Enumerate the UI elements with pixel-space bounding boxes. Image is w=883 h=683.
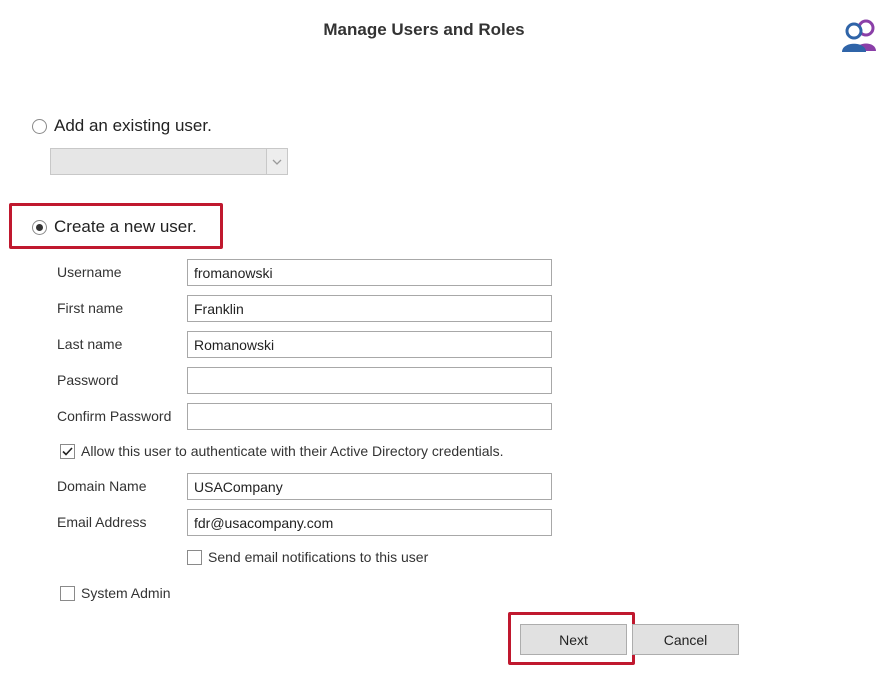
- next-button[interactable]: Next: [520, 624, 627, 655]
- system-admin-checkbox[interactable]: [60, 585, 75, 601]
- confirm-password-label: Confirm Password: [57, 408, 172, 424]
- checkmark-icon: [62, 446, 73, 456]
- users-icon: [842, 19, 876, 52]
- add-existing-user-label: Add an existing user.: [54, 116, 212, 135]
- create-new-user-option[interactable]: Create a new user.: [32, 217, 197, 237]
- system-admin-label: System Admin: [81, 585, 171, 601]
- chevron-down-icon[interactable]: [266, 149, 287, 174]
- domain-name-label: Domain Name: [57, 478, 147, 494]
- ad-auth-label: Allow this user to authenticate with the…: [81, 443, 504, 459]
- last-name-label: Last name: [57, 336, 123, 352]
- last-name-field[interactable]: [187, 331, 552, 358]
- ad-auth-option[interactable]: Allow this user to authenticate with the…: [60, 443, 504, 459]
- password-label: Password: [57, 372, 119, 388]
- first-name-label: First name: [57, 300, 124, 316]
- domain-name-field[interactable]: [187, 473, 552, 500]
- send-email-option[interactable]: Send email notifications to this user: [187, 549, 428, 565]
- email-address-field[interactable]: [187, 509, 552, 536]
- first-name-field[interactable]: [187, 295, 552, 322]
- send-email-checkbox[interactable]: [187, 549, 202, 565]
- create-new-user-radio[interactable]: [32, 219, 47, 235]
- existing-user-dropdown[interactable]: [50, 148, 288, 175]
- create-new-user-label: Create a new user.: [54, 217, 197, 236]
- ad-auth-checkbox[interactable]: [60, 443, 75, 459]
- system-admin-option[interactable]: System Admin: [60, 585, 170, 601]
- password-field[interactable]: [187, 367, 552, 394]
- add-existing-user-option[interactable]: Add an existing user.: [32, 116, 212, 136]
- confirm-password-field[interactable]: [187, 403, 552, 430]
- username-field[interactable]: [187, 259, 552, 286]
- send-email-label: Send email notifications to this user: [208, 549, 429, 565]
- add-existing-user-radio[interactable]: [32, 118, 47, 134]
- email-address-label: Email Address: [57, 514, 147, 530]
- username-label: Username: [57, 264, 122, 280]
- page-title: Manage Users and Roles: [323, 20, 525, 39]
- cancel-button[interactable]: Cancel: [632, 624, 739, 655]
